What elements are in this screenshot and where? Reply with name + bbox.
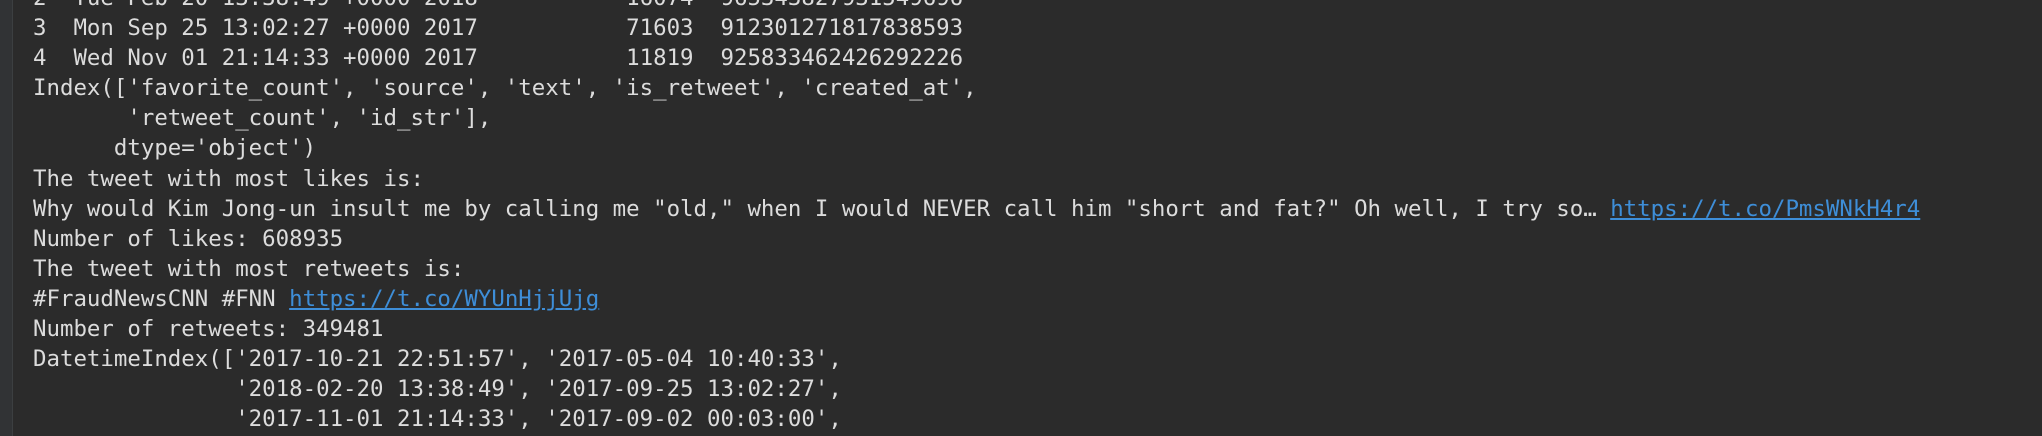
console-line: #FraudNewsCNN #FNN https://t.co/WYUnHjjU… — [33, 284, 1920, 314]
console-line: dtype='object') — [33, 133, 1920, 163]
console-line: 4 Wed Nov 01 21:14:33 +0000 2017 11819 9… — [33, 43, 1920, 73]
console-output: 2 Tue Feb 20 13:38:49 +0000 2018 16074 9… — [33, 0, 1920, 434]
console-text: Index(['favorite_count', 'source', 'text… — [33, 75, 977, 102]
console-text: Number of likes: 608935 — [33, 225, 344, 252]
console-text: Why would Kim Jong-un insult me by calli… — [33, 195, 1611, 222]
console-line: DatetimeIndex(['2017-10-21 22:51:57', '2… — [33, 344, 1920, 374]
console-text: dtype='object') — [33, 135, 317, 162]
console-text: 2 Tue Feb 20 13:38:49 +0000 2018 16074 9… — [33, 0, 963, 11]
console-line: 2 Tue Feb 20 13:38:49 +0000 2018 16074 9… — [33, 0, 1920, 13]
console-text: 4 Wed Nov 01 21:14:33 +0000 2017 11819 9… — [33, 45, 964, 72]
console-gutter — [0, 0, 13, 436]
console-line: The tweet with most likes is: — [33, 164, 1920, 194]
console-text: '2017-11-01 21:14:33', '2017-09-02 00:03… — [33, 406, 842, 433]
console-line: 3 Mon Sep 25 13:02:27 +0000 2017 71603 9… — [33, 13, 1920, 43]
console-line: Why would Kim Jong-un insult me by calli… — [33, 194, 1920, 224]
console-text: 'retweet_count', 'id_str'], — [33, 105, 492, 132]
console-line: '2018-02-20 13:38:49', '2017-09-25 13:02… — [33, 374, 1920, 404]
console-text: '2018-02-20 13:38:49', '2017-09-25 13:02… — [33, 376, 842, 403]
console-line: Number of likes: 608935 — [33, 224, 1920, 254]
console-url-link[interactable]: https://t.co/WYUnHjjUjg — [289, 286, 599, 312]
console-text: The tweet with most likes is: — [33, 165, 424, 192]
console-url-link[interactable]: https://t.co/PmsWNkH4r4 — [1610, 196, 1920, 222]
console-line: 'retweet_count', 'id_str'], — [33, 103, 1920, 133]
console-text: #FraudNewsCNN #FNN — [33, 285, 290, 312]
console-text: The tweet with most retweets is: — [33, 255, 465, 282]
console-text: Number of retweets: 349481 — [33, 316, 384, 343]
console-line: '2017-11-01 21:14:33', '2017-09-02 00:03… — [33, 404, 1920, 434]
console-line: Index(['favorite_count', 'source', 'text… — [33, 73, 1920, 103]
console-line: The tweet with most retweets is: — [33, 254, 1920, 284]
console-line: Number of retweets: 349481 — [33, 314, 1920, 344]
console-text: 3 Mon Sep 25 13:02:27 +0000 2017 71603 9… — [33, 15, 964, 42]
run-console: 2 Tue Feb 20 13:38:49 +0000 2018 16074 9… — [0, 0, 2042, 436]
console-text: DatetimeIndex(['2017-10-21 22:51:57', '2… — [33, 346, 842, 373]
